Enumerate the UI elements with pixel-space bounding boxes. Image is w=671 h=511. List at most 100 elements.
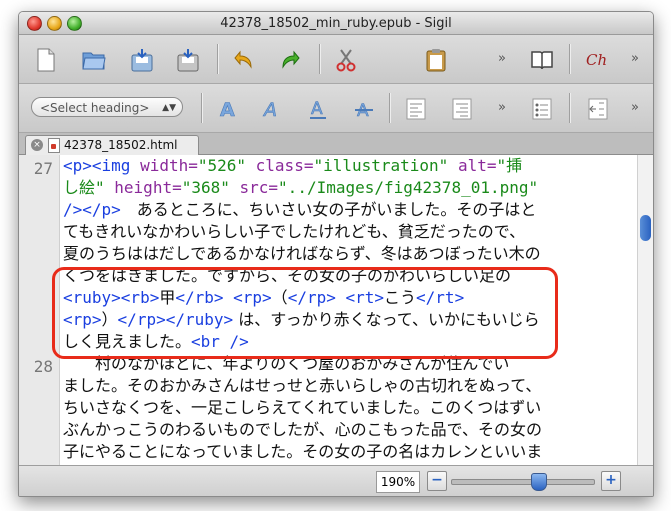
code-line: <ruby><rb>甲</rb> <rp>（</rp> <rt>こう</rt>: [63, 287, 633, 309]
spellcheck-icon: Ch: [586, 51, 607, 69]
code-line: ました。そのおかみさんはせっせと赤いらしゃの古切れをぬって、: [63, 375, 633, 397]
svg-text:A: A: [220, 99, 235, 120]
code-token: 夏のうちははだしであるかなければならず、冬はあつぼったい木の: [63, 244, 541, 263]
main-toolbar: » Ch »: [19, 35, 653, 84]
code-token: <br />: [191, 332, 249, 351]
strikethrough-button[interactable]: A: [351, 96, 377, 122]
code-line: 村のなかほどに、年よりのくつ屋のおかみさんが住んでい: [63, 353, 633, 375]
book-view-button[interactable]: [529, 47, 555, 73]
underline-button[interactable]: A: [305, 96, 331, 122]
svg-text:A: A: [311, 99, 323, 119]
line-number: 28: [33, 357, 53, 376]
code-token: 村のなかほどに、年よりのくつ屋のおかみさんが住んでい: [63, 354, 510, 373]
code-token: "368": [181, 178, 240, 197]
code-token: ぶんかっこうのわるいものでしたが、心のこもった品で、その女の: [63, 420, 543, 439]
open-folder-icon: [82, 52, 106, 70]
status-bar: 190% − +: [19, 465, 653, 496]
code-token: src=: [239, 178, 279, 197]
scrollbar-thumb[interactable]: [640, 215, 651, 241]
open-button[interactable]: [81, 47, 107, 73]
align-right-button[interactable]: [449, 96, 475, 122]
bullet-list-button[interactable]: [529, 96, 555, 122]
html-file-icon: [48, 138, 60, 153]
code-token: "挿: [496, 156, 523, 175]
code-token: height=: [114, 178, 182, 197]
code-token: あるところに、ちいさい女の子がいました。その子はと: [120, 200, 537, 219]
code-token: し絵": [63, 178, 115, 197]
line-number-gutter: 27 28: [19, 155, 60, 465]
svg-text:Ch: Ch: [586, 51, 607, 69]
align-left-button[interactable]: [403, 96, 429, 122]
code-token: ました。そのおかみさんはせっせと赤いらしゃの古切れをぬって、: [63, 376, 542, 395]
code-token: "../Images/fig42378_01.png": [278, 178, 539, 197]
save-button[interactable]: [129, 47, 155, 73]
toolbar-overflow-1[interactable]: »: [498, 51, 506, 66]
code-token: しく見えました。: [63, 332, 192, 351]
heading-select-value: <Select heading>: [40, 101, 150, 115]
italic-button[interactable]: A: [259, 96, 285, 122]
code-editor[interactable]: 27 28 <p><img width="526" class="illustr…: [19, 155, 653, 465]
strikethrough-icon: A: [355, 101, 373, 120]
code-line: ぶんかっこうのわるいものでしたが、心のこもった品で、その女の: [63, 419, 633, 441]
line-number: 27: [33, 159, 53, 178]
zoom-out-button[interactable]: −: [427, 471, 447, 491]
code-line: ちいさなくつを、一足こしらえてくれていました。このくつはずい: [63, 397, 633, 419]
save-as-button[interactable]: [175, 47, 201, 73]
sigil-window: 42378_18502_min_ruby.epub - Sigil » Ch »…: [18, 11, 654, 497]
code-token: くつをはきました。ですから、その女の子のかわいらしい足の: [63, 266, 512, 285]
indent-button[interactable]: [585, 96, 611, 122]
undo-button[interactable]: [231, 47, 257, 73]
paste-button[interactable]: [423, 47, 449, 73]
bold-button[interactable]: A: [215, 96, 241, 122]
cut-button[interactable]: [333, 47, 359, 73]
title-bar: 42378_18502_min_ruby.epub - Sigil: [19, 12, 653, 35]
code-line: し絵" height="368" src="../Images/fig42378…: [63, 177, 633, 199]
code-token: ）: [101, 310, 118, 329]
toolbar-overflow-2b[interactable]: »: [631, 100, 639, 115]
tab-bar: × 42378_18502.html: [19, 133, 653, 155]
code-token: 甲: [159, 288, 176, 307]
code-token: /></p>: [63, 200, 121, 219]
heading-select[interactable]: <Select heading> ▲▼: [31, 97, 183, 117]
zoom-slider[interactable]: [451, 473, 595, 491]
code-token: （: [271, 288, 288, 307]
code-token: こう: [384, 288, 417, 307]
align-right-icon: [452, 98, 472, 120]
vertical-scrollbar[interactable]: [637, 155, 653, 465]
code-line: くつをはきました。ですから、その女の子のかわいらしい足の: [63, 265, 633, 287]
code-line: てもきれいなかわいらしい子でしたけれども、貧乏だったので、: [63, 221, 633, 243]
toolbar-overflow-1b[interactable]: »: [631, 51, 639, 66]
spellcheck-button[interactable]: Ch: [585, 47, 611, 73]
redo-button[interactable]: [277, 47, 303, 73]
code-token: width=: [140, 156, 198, 175]
undo-icon: [234, 50, 252, 69]
tab-html-file[interactable]: × 42378_18502.html: [25, 135, 199, 155]
align-left-icon: [406, 98, 426, 120]
close-tab-button[interactable]: ×: [31, 139, 43, 151]
code-token: </rp></ruby>: [117, 310, 234, 329]
code-token: </rp> <rt>: [287, 288, 385, 307]
code-token: <rp>: [63, 310, 102, 329]
zoom-slider-knob[interactable]: [531, 473, 547, 491]
indent-icon: [588, 98, 608, 120]
toolbar-overflow-2[interactable]: »: [498, 100, 506, 115]
cut-icon: [336, 49, 356, 72]
redo-icon: [282, 50, 300, 69]
code-line: /></p> あるところに、ちいさい女の子がいました。その子はと: [63, 199, 633, 221]
new-file-button[interactable]: [33, 47, 59, 73]
new-file-icon: [37, 48, 55, 72]
code-line: 子にやることになっていました。その女の子の名はカレンといいま: [63, 441, 633, 463]
zoom-in-button[interactable]: +: [601, 471, 621, 491]
underline-icon: A: [310, 99, 326, 119]
save-icon: [131, 49, 153, 72]
code-token: は、すっかり赤くなって、いかにもいじら: [233, 310, 540, 329]
code-token: </rt>: [416, 288, 465, 307]
code-token: てもきれいなかわいらしい子でしたけれども、貧乏だったので、: [63, 222, 526, 241]
code-token: <ruby><rb>: [63, 288, 160, 307]
format-toolbar: <Select heading> ▲▼ A A A A » »: [19, 84, 653, 133]
book-view-icon: [531, 51, 553, 70]
code-text: <p><img width="526" class="illustration"…: [63, 155, 633, 463]
paste-icon: [426, 49, 446, 72]
zoom-level: 190%: [376, 471, 420, 493]
svg-text:A: A: [262, 99, 277, 120]
